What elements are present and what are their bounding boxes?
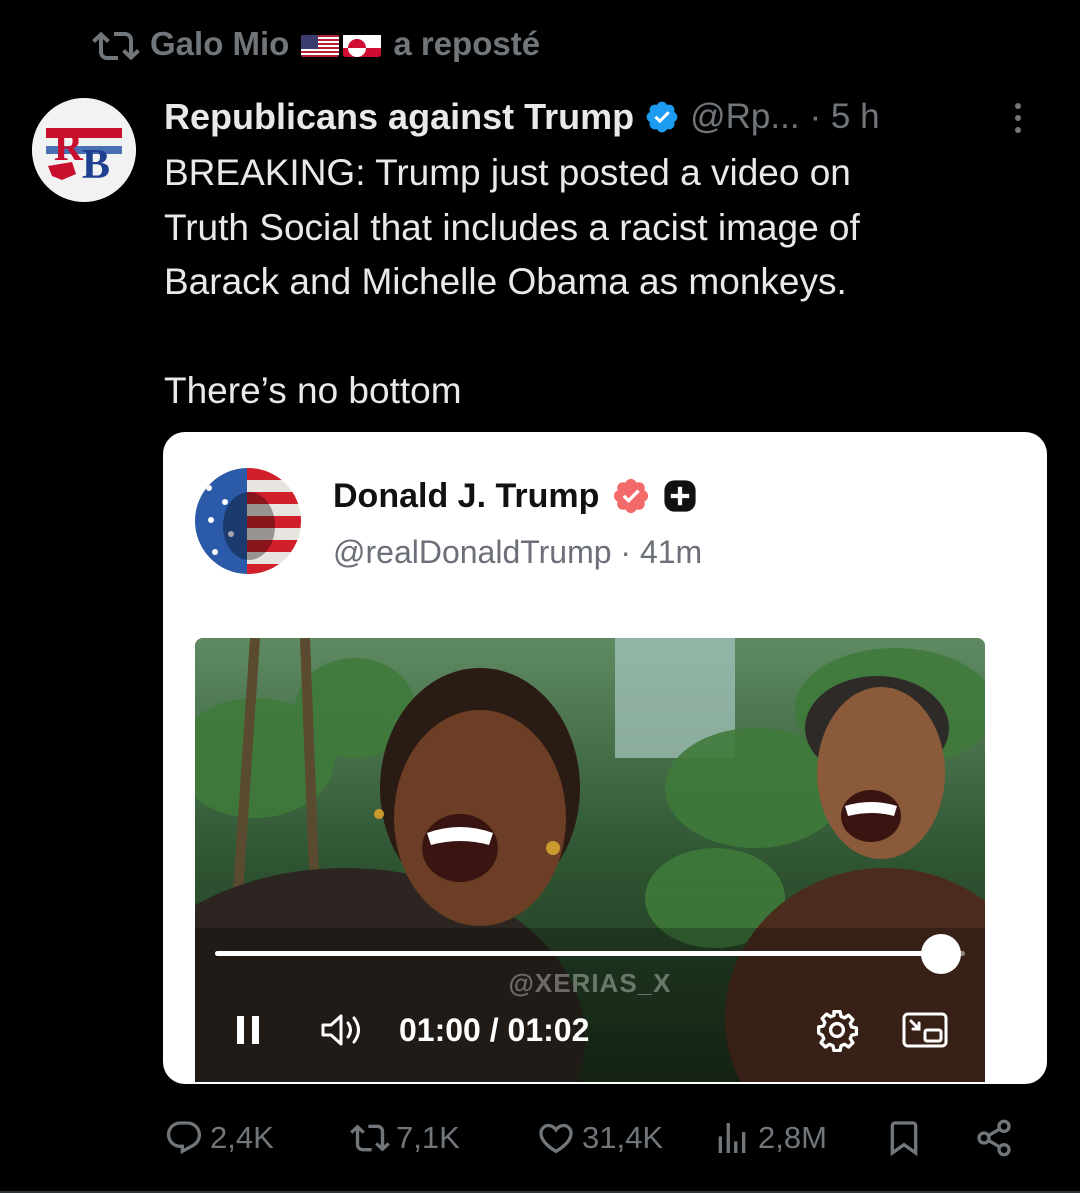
post-time[interactable]: · 5 h bbox=[810, 97, 880, 137]
volume-icon[interactable] bbox=[319, 1012, 367, 1048]
svg-text:B: B bbox=[82, 142, 110, 188]
follow-plus-icon[interactable] bbox=[663, 479, 697, 513]
like-button[interactable]: 31,4K bbox=[536, 1112, 663, 1164]
truth-verified-badge-icon bbox=[614, 478, 649, 514]
post-header: Republicans against Trump @Rp... · 5 h bbox=[164, 90, 1040, 144]
video-watermark: @XERIAS_X bbox=[508, 968, 672, 998]
post-actions: 2,4K 7,1K 31,4K 2,8M bbox=[164, 1112, 1050, 1164]
video-controls: 01:00 / 01:02 bbox=[195, 1002, 985, 1058]
share-icon bbox=[977, 1119, 1011, 1157]
verified-badge-icon bbox=[646, 101, 678, 133]
post-text: BREAKING: Trump just posted a video on T… bbox=[164, 152, 860, 411]
reply-button[interactable]: 2,4K bbox=[164, 1112, 274, 1164]
views-button[interactable]: 2,8M bbox=[712, 1112, 827, 1164]
like-count: 31,4K bbox=[582, 1120, 664, 1155]
truth-author: Donald J. Trump bbox=[333, 476, 697, 516]
repost-indicator[interactable]: Galo Mio a reposté bbox=[92, 22, 540, 66]
truth-handle-time[interactable]: @realDonaldTrump · 41m bbox=[333, 534, 702, 571]
bookmark-button[interactable] bbox=[884, 1112, 924, 1164]
video-timecode: 01:00 / 01:02 bbox=[399, 1012, 590, 1048]
embedded-truth-post[interactable]: Donald J. Trump @realDonaldTrump · 41m @… bbox=[163, 432, 1047, 1084]
video-scrubber[interactable] bbox=[215, 934, 965, 974]
share-button[interactable] bbox=[974, 1112, 1014, 1164]
scrubber-progress bbox=[215, 951, 941, 956]
author-avatar[interactable]: R B bbox=[32, 98, 136, 202]
author-name[interactable]: Republicans against Trump bbox=[164, 96, 634, 138]
trump-avatar bbox=[195, 468, 301, 574]
heart-icon bbox=[539, 1123, 573, 1154]
repost-icon bbox=[350, 1124, 390, 1152]
views-count: 2,8M bbox=[758, 1120, 827, 1155]
author-handle[interactable]: @Rp... bbox=[690, 97, 799, 137]
more-options-icon[interactable] bbox=[1006, 98, 1030, 138]
reply-icon bbox=[166, 1121, 202, 1155]
greenland-flag-icon bbox=[343, 31, 382, 57]
pause-icon[interactable] bbox=[235, 1014, 261, 1046]
repost-button[interactable]: 7,1K bbox=[350, 1112, 460, 1164]
settings-gear-icon[interactable] bbox=[815, 1008, 859, 1052]
us-flag-icon bbox=[301, 31, 340, 57]
bookmark-icon bbox=[890, 1121, 918, 1157]
svg-text:R: R bbox=[54, 124, 84, 169]
repost-suffix: a reposté bbox=[393, 25, 541, 62]
views-chart-icon bbox=[718, 1123, 746, 1153]
reply-count: 2,4K bbox=[210, 1120, 274, 1155]
video-player[interactable]: @XERIAS_X 01:00 / 01:02 bbox=[195, 638, 985, 1082]
truth-author-name[interactable]: Donald J. Trump bbox=[333, 477, 599, 516]
repost-count: 7,1K bbox=[396, 1120, 460, 1155]
repost-icon bbox=[92, 31, 140, 61]
repost-user[interactable]: Galo Mio bbox=[150, 25, 289, 63]
picture-in-picture-icon[interactable] bbox=[901, 1010, 949, 1050]
